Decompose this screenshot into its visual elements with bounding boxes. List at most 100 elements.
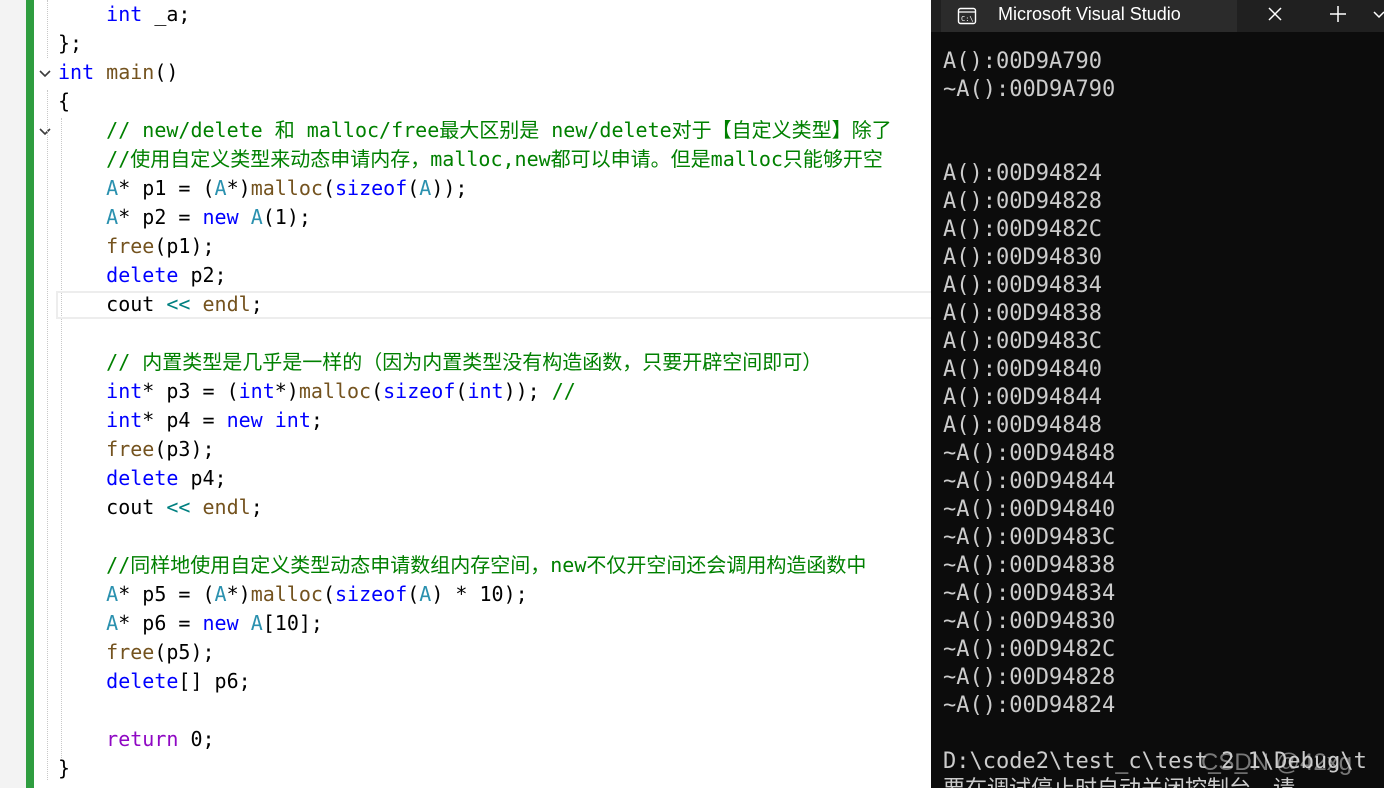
code-token: int [106,2,143,26]
code-line: delete p2; [58,261,227,290]
code-line: delete[] p6; [58,667,251,696]
code-line: A* p5 = (A*)malloc(sizeof(A) * 10); [58,580,528,609]
code-token: delete [106,263,179,287]
close-icon[interactable] [1264,3,1286,25]
code-token: A [250,611,263,635]
console-line: A():00D9A790 [943,49,1102,74]
code-token: ( [371,379,384,403]
code-token: } [58,756,71,780]
code-token: // [551,379,576,403]
code-editor[interactable]: int _a;}; int main(){ // new/delete 和 mal… [0,0,931,788]
code-token: sizeof [334,176,408,200]
code-token: 0; [178,727,215,751]
console-line: A():00D94844 [943,385,1102,410]
debug-console-window[interactable]: C:\ Microsoft Visual Studio 调试控 A():00D9… [931,0,1384,788]
code-line: delete p4; [58,464,226,493]
code-token: * p4 = [142,408,227,432]
console-line: ~A():00D94834 [943,581,1116,606]
chevron-down-icon[interactable] [1371,6,1384,22]
code-token: A [106,176,119,200]
code-token: cout [58,292,167,316]
code-token: sizeof [383,379,456,403]
code-token: ; [250,292,263,316]
code-token: A [106,205,119,229]
console-line: A():00D94830 [943,245,1102,270]
code-token: ; [310,408,323,432]
code-line: // 内置类型是几乎是一样的（因为内置类型没有构造函数，只要开辟空间即可） [58,348,822,377]
code-token: [10]; [262,611,323,635]
code-token: * p6 = [118,611,203,635]
code-token: ( [455,379,468,403]
code-token: malloc [250,176,323,200]
fold-collapse-icon[interactable] [37,66,53,82]
console-line: A():00D9482C [943,217,1102,242]
code-token: { [58,89,71,113]
code-token: * p1 = ( [118,176,215,200]
code-token: free [106,640,155,664]
code-line: } [58,754,70,783]
code-line: int main() [58,58,178,87]
code-token: new [226,408,263,432]
code-token: int [467,379,504,403]
code-token: * p3 = ( [142,379,239,403]
fold-guide [47,0,48,58]
console-line: ~A():00D94830 [943,609,1116,634]
console-app-icon: C:\ [957,6,977,26]
code-token: sizeof [334,582,408,606]
code-line: { [58,87,70,116]
code-token: A [106,582,119,606]
editor-glyph-margin [0,0,26,788]
code-token: // new/delete 和 malloc/free最大区别是 new/del… [58,118,892,142]
code-token: A [419,582,432,606]
code-token: << [166,495,191,519]
code-line: int _a; [58,0,190,29]
code-token: //使用自定义类型来动态申请内存，malloc,new都可以申请。但是mallo… [58,147,883,171]
code-token: cout [58,495,167,519]
code-line: A* p6 = new A[10]; [58,609,323,638]
code-token: p2; [178,263,227,287]
plus-icon[interactable] [1327,3,1349,25]
code-token: }; [58,31,83,55]
console-line: ~A():00D94828 [943,665,1116,690]
code-line: int* p4 = new int; [58,406,323,435]
code-line: cout << endl; [58,493,263,522]
console-line: ~A():00D9483C [943,525,1116,550]
code-token: malloc [250,582,323,606]
code-token: endl [202,292,251,316]
code-line: int* p3 = (int*)malloc(sizeof(int)); // [58,377,576,406]
code-token: main [106,60,155,84]
code-line: cout << endl; [58,290,263,319]
code-line: // new/delete 和 malloc/free最大区别是 new/del… [58,116,892,145]
console-line: ~A():00D9482C [943,637,1116,662]
code-token: ( [407,582,420,606]
code-token: ( [322,176,335,200]
code-token: (p1); [154,234,215,258]
console-tab-title: Microsoft Visual Studio 调试控 [998,4,1186,24]
console-line: A():00D94848 [943,413,1102,438]
console-line: ~A():00D9A790 [943,77,1116,102]
console-line: A():00D94824 [943,161,1102,186]
code-token: ) * 10); [431,582,528,606]
console-line: ~A():00D94844 [943,469,1116,494]
code-line: }; [58,29,82,58]
code-token: delete [106,669,179,693]
code-token: malloc [298,379,372,403]
code-token: free [106,234,155,258]
fold-collapse-icon[interactable] [37,124,53,140]
console-tab[interactable]: C:\ Microsoft Visual Studio 调试控 [941,0,1237,32]
code-token: * p2 = [118,205,203,229]
code-token: (1); [262,205,311,229]
svg-text:C:\: C:\ [961,15,974,23]
